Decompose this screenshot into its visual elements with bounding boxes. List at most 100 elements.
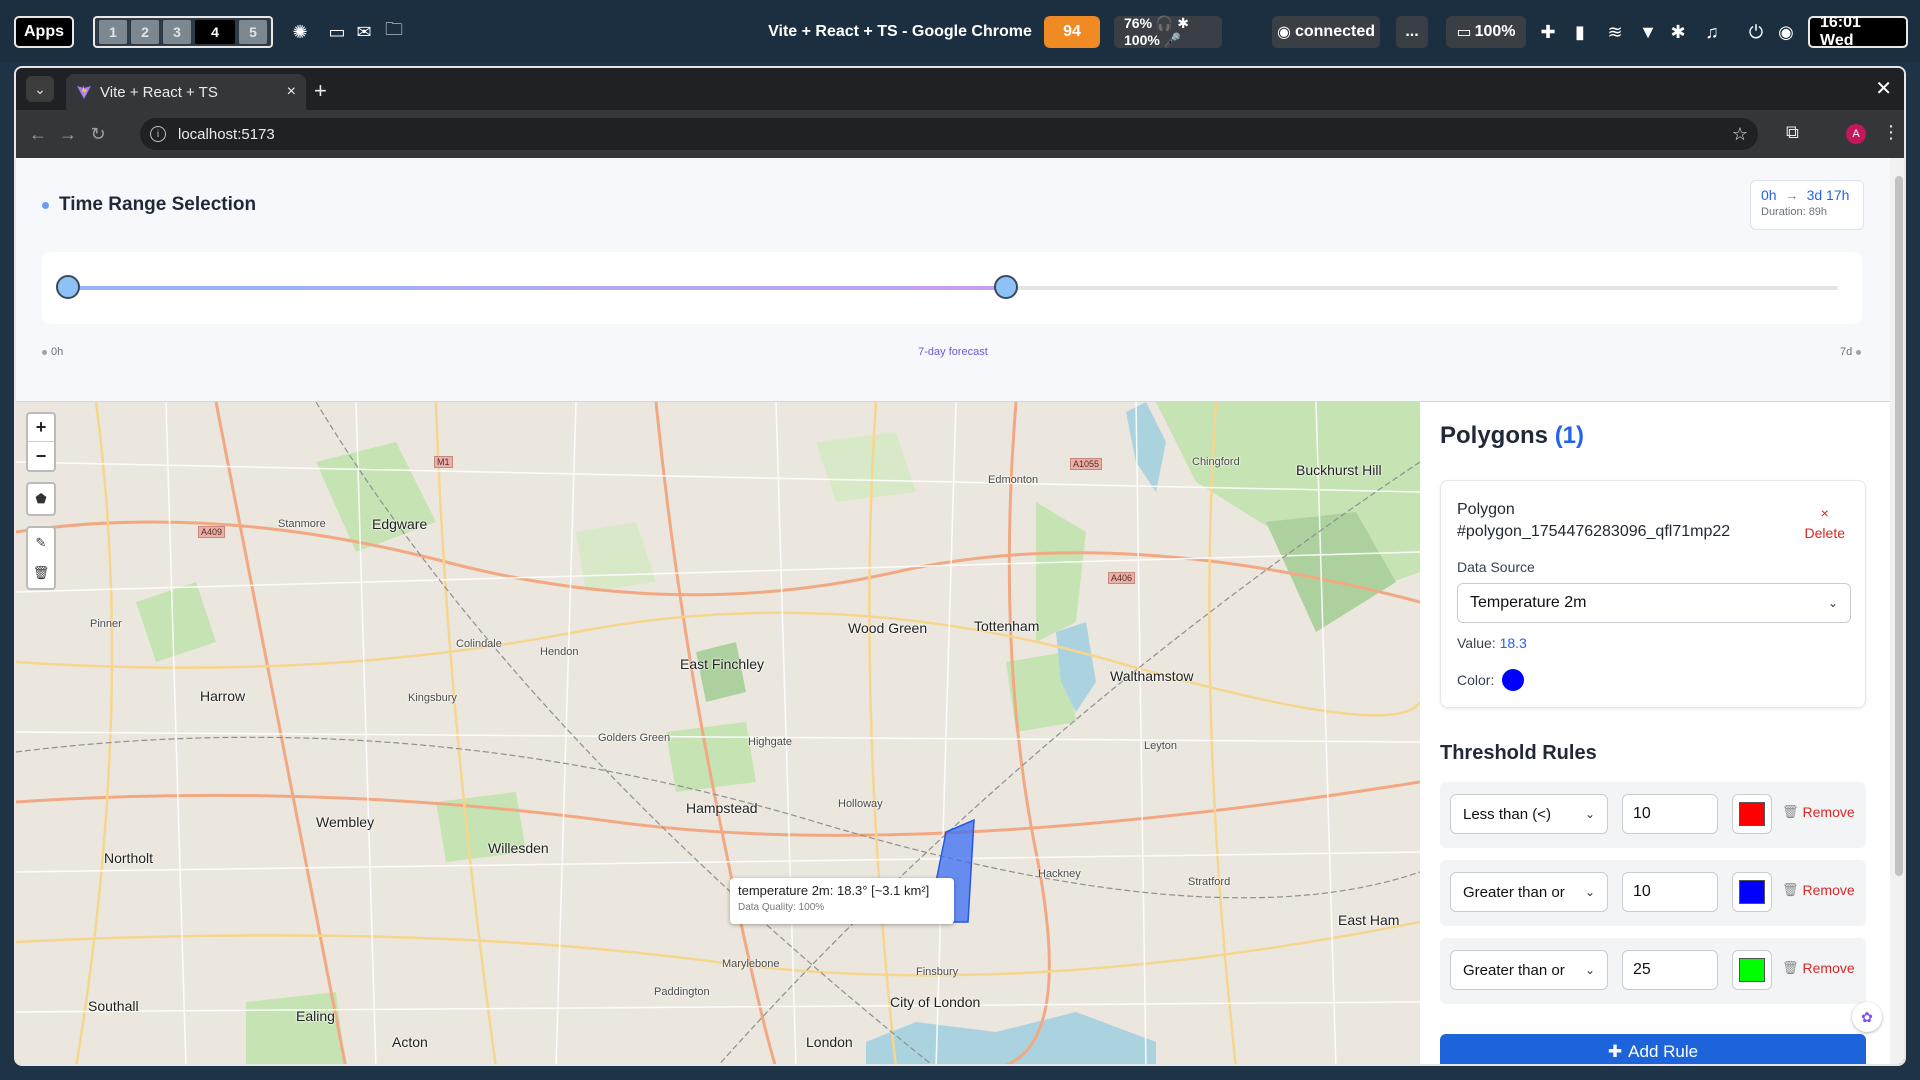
window-icon[interactable]: ▭ [325, 20, 349, 44]
tab-search-button[interactable]: ⌄ [26, 76, 54, 102]
scrollbar-thumb[interactable] [1895, 176, 1903, 876]
reload-icon[interactable]: ↻ [86, 122, 110, 146]
media-status[interactable]: 76% 🎧 ✱ 100% 🎤 [1114, 15, 1222, 48]
slider-start-handle[interactable] [56, 275, 80, 299]
value-label: Value: [1457, 635, 1496, 651]
rule-value-input[interactable]: 10 [1622, 872, 1718, 912]
rule-value-input[interactable]: 25 [1622, 950, 1718, 990]
delete-polygon-button[interactable]: × Delete [1805, 503, 1845, 543]
workspace-2[interactable]: 2 [131, 20, 159, 44]
more-button[interactable]: ... [1396, 16, 1428, 48]
rule-value-input[interactable]: 10 [1622, 794, 1718, 834]
rule-operator-select[interactable]: Greater than or ⌄ [1450, 950, 1608, 990]
color-swatch [1739, 802, 1765, 826]
account-icon[interactable]: ◉ [1774, 20, 1798, 44]
connection-status[interactable]: ◉ connected [1272, 16, 1380, 48]
extensions-icon[interactable]: ⧉ [1786, 122, 1799, 143]
rule-color-picker[interactable] [1732, 872, 1772, 912]
draw-polygon-icon[interactable]: ⬟ [28, 484, 54, 514]
bars-icon[interactable]: ▮ [1568, 20, 1592, 44]
bluetooth-icon[interactable]: ✱ [1666, 20, 1690, 44]
plus-icon[interactable]: ✚ [1536, 20, 1560, 44]
remove-rule-button[interactable]: 🗑 Remove [1782, 960, 1855, 976]
map-label: Walthamstow [1110, 668, 1194, 684]
workspace-1[interactable]: 1 [99, 20, 127, 44]
map-label: A1055 [1070, 458, 1103, 470]
chevron-down-icon: ⌄ [1584, 963, 1595, 977]
back-icon[interactable]: ← [26, 122, 50, 146]
map[interactable]: Edgware Harrow Hendon East Finchley Wood… [16, 402, 1420, 1064]
zoom-out-button[interactable]: − [28, 442, 54, 470]
bookmark-star-icon[interactable]: ☆ [1732, 124, 1748, 145]
address-bar[interactable]: i localhost:5173 ☆ [140, 118, 1758, 150]
clock[interactable]: 16:01 Wed [1808, 14, 1908, 49]
map-label: Edmonton [988, 474, 1039, 486]
menu-icon[interactable]: ⋮ [1882, 122, 1900, 143]
extension-bubble-icon[interactable]: ✿ [1852, 1002, 1882, 1032]
edit-toolbar: ✎ 🗑 [26, 526, 56, 590]
remove-rule-button[interactable]: 🗑 Remove [1782, 804, 1855, 820]
polygon-id: #polygon_1754476283096_qfl71mp22 [1457, 523, 1731, 540]
layers-icon[interactable]: ≋ [1603, 20, 1627, 44]
desktop-top-bar: Apps 1 2 3 4 5 ✺ ▭ ✉ 🗀 Vite + React + TS… [0, 0, 1920, 62]
map-label: East Ham [1338, 912, 1400, 928]
map-label: Acton [392, 1034, 428, 1050]
tab-active[interactable]: Vite + React + TS × [66, 74, 306, 110]
color-swatch [1502, 669, 1525, 691]
map-label: A409 [198, 526, 226, 538]
workspace-3[interactable]: 3 [163, 20, 191, 44]
bell-icon[interactable]: ♫ [1700, 20, 1724, 44]
battery-icon: ▭ [1456, 24, 1472, 41]
polygon-name: Polygon #polygon_1754476283096_qfl71mp22 [1457, 499, 1730, 543]
site-info-icon[interactable]: i [150, 126, 166, 142]
edit-icon[interactable]: ✎ [28, 528, 54, 558]
wifi-icon[interactable]: ▼ [1636, 20, 1660, 44]
battery-status[interactable]: ▭ 100% [1446, 16, 1526, 48]
remove-label: Remove [1802, 804, 1855, 820]
add-rule-button[interactable]: ✚ Add Rule [1440, 1034, 1866, 1064]
power-icon[interactable]: ⏻ [1744, 20, 1768, 44]
time-range-title: Time Range Selection [42, 194, 256, 216]
workspace-4[interactable]: 4 [195, 20, 235, 44]
rule-operator-select[interactable]: Less than (<) ⌄ [1450, 794, 1608, 834]
trash-icon[interactable]: 🗑 [28, 558, 54, 588]
map-label: Edgware [372, 516, 428, 532]
chevron-down-icon: ⌄ [1584, 885, 1595, 899]
data-source-value: Temperature 2m [1470, 594, 1587, 611]
trash-icon: 🗑 [1782, 960, 1799, 975]
close-icon[interactable]: × [287, 83, 296, 101]
forward-icon[interactable]: → [56, 122, 80, 146]
updates-badge[interactable]: 94 [1044, 16, 1100, 48]
map-label: Hendon [540, 646, 579, 658]
map-label: Highgate [748, 736, 793, 748]
map-label: Stanmore [278, 518, 326, 530]
mail-icon[interactable]: ✉ [352, 20, 376, 44]
map-label: Tottenham [974, 618, 1040, 634]
rule-color-picker[interactable] [1732, 950, 1772, 990]
data-source-select[interactable]: Temperature 2m ⌄ [1457, 583, 1851, 623]
avatar[interactable]: A [1846, 124, 1866, 144]
slider-end-handle[interactable] [994, 275, 1019, 299]
polygons-sidebar: Polygons (1) Polygon #polygon_1754476283… [1420, 402, 1890, 1064]
vite-icon [77, 85, 91, 99]
window-close-icon[interactable]: ✕ [1875, 76, 1892, 101]
rule-operator-select[interactable]: Greater than or ⌄ [1450, 872, 1608, 912]
chatgpt-icon[interactable]: ✺ [288, 20, 312, 44]
remove-rule-button[interactable]: 🗑 Remove [1782, 882, 1855, 898]
slider-track[interactable] [56, 275, 1838, 299]
connection-label: connected [1294, 23, 1375, 40]
workspace-5[interactable]: 5 [239, 20, 267, 44]
connection-icon: ◉ [1277, 24, 1291, 41]
threshold-rules-title: Threshold Rules [1440, 742, 1597, 764]
folder-icon[interactable]: 🗀 [382, 19, 406, 44]
zoom-in-button[interactable]: + [28, 414, 54, 442]
new-tab-button[interactable]: + [314, 78, 327, 104]
page-scrollbar[interactable] [1890, 158, 1904, 1064]
color-swatch [1739, 958, 1765, 982]
apps-button[interactable]: Apps [14, 16, 74, 48]
rule-color-picker[interactable] [1732, 794, 1772, 834]
delete-label: Delete [1804, 525, 1845, 541]
trash-icon: 🗑 [1782, 882, 1799, 897]
url-text[interactable]: localhost:5173 [178, 126, 1732, 143]
map-label: London [806, 1034, 853, 1050]
